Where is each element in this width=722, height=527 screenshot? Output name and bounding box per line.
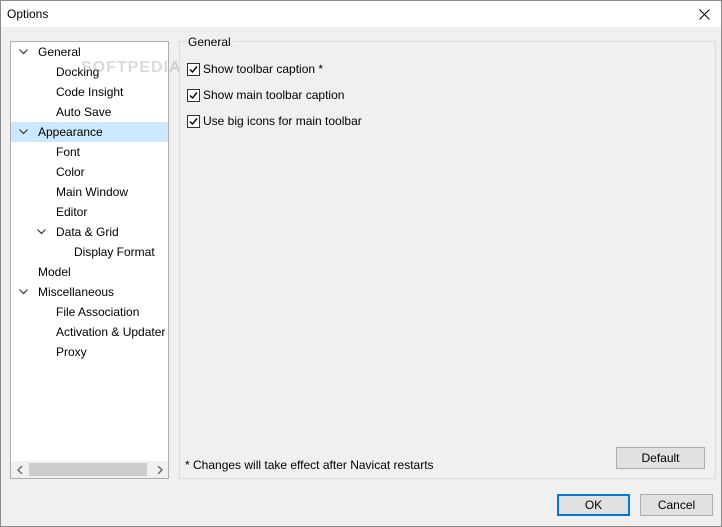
tree-item[interactable]: Model — [11, 262, 168, 282]
group-title: General — [186, 35, 233, 49]
chevron-down-icon[interactable] — [16, 42, 30, 62]
ok-button[interactable]: OK — [557, 494, 630, 516]
chevron-down-icon[interactable] — [16, 282, 30, 302]
tree-item-label: Color — [56, 165, 85, 179]
checkmark-icon — [189, 91, 198, 99]
tree-item[interactable]: Activation & Updater — [11, 322, 168, 342]
use-big-icons-checkbox[interactable] — [187, 114, 200, 128]
checkmark-icon — [189, 117, 198, 125]
tree-item[interactable]: Code Insight — [11, 82, 168, 102]
tree-item-label: Activation & Updater — [56, 325, 166, 339]
tree-item-label: Miscellaneous — [38, 285, 115, 299]
scroll-right-button[interactable] — [151, 461, 168, 478]
cancel-button[interactable]: Cancel — [640, 494, 713, 516]
tree-item[interactable]: Color — [11, 162, 168, 182]
window-title: Options — [7, 7, 49, 21]
tree-item-label: Data & Grid — [56, 225, 119, 239]
tree-item-label: Code Insight — [56, 85, 124, 99]
chevron-down-icon[interactable] — [16, 122, 30, 142]
restart-note: * Changes will take effect after Navicat… — [185, 458, 434, 472]
show-main-toolbar-caption-label: Show main toolbar caption — [203, 88, 345, 102]
tree-item[interactable]: General — [11, 42, 168, 62]
show-toolbar-caption-option[interactable]: Show toolbar caption * — [187, 61, 323, 77]
close-icon — [698, 8, 710, 20]
chevron-right-icon — [157, 465, 163, 474]
use-big-icons-option[interactable]: Use big icons for main toolbar — [187, 113, 362, 129]
tree-item-label: Auto Save — [56, 105, 112, 119]
tree-item[interactable]: Docking — [11, 62, 168, 82]
tree-item-label: Appearance — [38, 125, 103, 139]
tree-item[interactable]: Editor — [11, 202, 168, 222]
show-toolbar-caption-checkbox[interactable] — [187, 62, 200, 76]
show-main-toolbar-caption-checkbox[interactable] — [187, 88, 200, 102]
chevron-left-icon — [16, 465, 22, 474]
scroll-left-button[interactable] — [11, 461, 28, 478]
tree-item[interactable]: Auto Save — [11, 102, 168, 122]
title-bar: Options — [1, 1, 721, 27]
tree-item[interactable]: Appearance — [11, 122, 168, 142]
default-button[interactable]: Default — [616, 447, 705, 469]
tree-item-label: Font — [56, 145, 81, 159]
tree-item-label: Editor — [56, 205, 88, 219]
chevron-down-icon[interactable] — [34, 222, 48, 242]
tree-item-label: Proxy — [56, 345, 87, 359]
category-tree[interactable]: General Docking Code Insight Auto Save Appea… — [10, 41, 169, 479]
tree-item[interactable]: File Association — [11, 302, 168, 322]
tree-item[interactable]: Display Format — [11, 242, 168, 262]
tree-item-label: Main Window — [56, 185, 129, 199]
tree-item[interactable]: Proxy — [11, 342, 168, 362]
tree-item[interactable]: Font — [11, 142, 168, 162]
general-groupbox: General Show toolbar caption * Show main… — [179, 35, 716, 479]
tree-item[interactable]: Main Window — [11, 182, 168, 202]
checkmark-icon — [189, 65, 198, 73]
tree-item-label: File Association — [56, 305, 140, 319]
tree-item-label: General — [38, 45, 81, 59]
use-big-icons-label: Use big icons for main toolbar — [203, 114, 362, 128]
options-dialog: Options General Docking Code Insight Auto S… — [0, 0, 722, 527]
tree-item[interactable]: Data & Grid — [11, 222, 168, 242]
tree-item-label: Docking — [56, 65, 100, 79]
scroll-thumb[interactable] — [29, 463, 147, 476]
show-toolbar-caption-label: Show toolbar caption * — [203, 62, 324, 76]
tree-item-label: Display Format — [74, 245, 155, 259]
close-button[interactable] — [687, 1, 721, 27]
tree-item[interactable]: Miscellaneous — [11, 282, 168, 302]
tree-horizontal-scrollbar[interactable] — [11, 461, 168, 478]
show-main-toolbar-caption-option[interactable]: Show main toolbar caption — [187, 87, 344, 103]
tree-item-label: Model — [38, 265, 71, 279]
